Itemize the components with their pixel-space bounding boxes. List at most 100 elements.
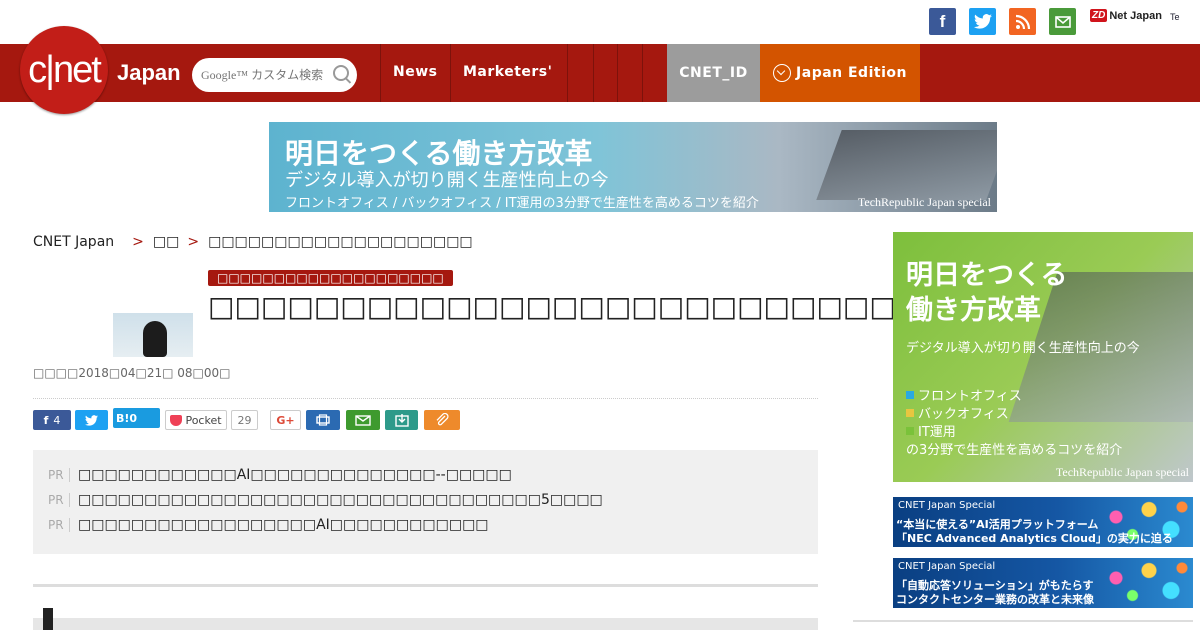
sidebar-ad-tail: の3分野で生産性を高めるコツを紹介: [906, 443, 1123, 458]
download-icon: [394, 414, 409, 427]
pr-box: PR □□□□□□□□□□□□AI□□□□□□□□□□□□□□--□□□□□ P…: [33, 450, 818, 554]
pr-link[interactable]: □□□□□□□□□□□□□□□□□□□□□□□□□□□□□□□□□□□5□□□□: [78, 492, 603, 508]
twitter-share-button[interactable]: [75, 410, 108, 430]
sidebar-ad-item-label: フロントオフィス: [918, 389, 1022, 404]
sidebar-ad-label: CNET Japan Special: [898, 500, 996, 511]
pocket-label: Pocket: [185, 413, 222, 427]
pr-tag: PR: [48, 518, 70, 532]
nav-divider: [593, 44, 594, 102]
banner-brand: TechRepublic Japan special: [857, 195, 991, 209]
banner-line: フロントオフィス / バックオフィス / IT運用の3分野で生産性を高めるコツを…: [285, 196, 759, 211]
sidebar-ad-title-line1: 明日をつくる: [906, 260, 1068, 291]
bullet-icon: [906, 426, 914, 435]
sidebar-divider: [853, 620, 1193, 622]
cnet-logo[interactable]: c|net: [20, 26, 108, 114]
zdnet-logo: ZD: [1090, 9, 1108, 22]
twitter-bird-icon: [973, 14, 992, 29]
pr-link[interactable]: □□□□□□□□□□□□AI□□□□□□□□□□□□□□--□□□□□: [78, 467, 512, 483]
facebook-count: 4: [53, 413, 61, 427]
pr-item[interactable]: PR □□□□□□□□□□□□□□□□□□AI□□□□□□□□□□□□: [48, 517, 489, 533]
laptop-image: [816, 130, 997, 200]
author-thumbnail: [113, 313, 193, 357]
bullet-icon: [906, 408, 914, 417]
top-banner-ad[interactable]: 明日をつくる働き方改革 デジタル導入が切り開く生産性向上の今 フロントオフィス …: [269, 122, 997, 212]
zdnet-label: Net Japan: [1109, 9, 1162, 22]
rss-icon[interactable]: [1009, 8, 1036, 35]
print-icon: [316, 414, 330, 426]
techrepublic-link[interactable]: Te: [1170, 12, 1180, 22]
sidebar-ad-item: バックオフィス: [906, 403, 1009, 422]
nav-divider: [380, 44, 381, 102]
category-badge[interactable]: □□□□□□□□□□□□□□□□□□□□: [208, 270, 453, 286]
nav-divider: [567, 44, 568, 102]
pocket-icon: [170, 414, 183, 426]
envelope-icon: [1054, 15, 1071, 28]
section-marker: [43, 608, 53, 630]
sidebar-ad-workstyle[interactable]: 明日をつくる 働き方改革 デジタル導入が切り開く生産性向上の今 フロントオフィス…: [893, 232, 1193, 482]
banner-subtitle: デジタル導入が切り開く生産性向上の今: [285, 170, 609, 191]
sidebar-ad-label: CNET Japan Special: [898, 561, 996, 572]
sidebar-ad-subtitle: デジタル導入が切り開く生産性向上の今: [906, 341, 1140, 356]
google-plus-button[interactable]: G+: [270, 410, 301, 430]
breadcrumb-home[interactable]: CNET Japan: [33, 234, 114, 250]
sidebar-ad-line2: コンタクトセンター業務の改革と未来像: [896, 593, 1094, 606]
techrepublic-label: Te: [1170, 12, 1180, 22]
twitter-icon: [85, 414, 98, 426]
zdnet-japan-link[interactable]: ZD Net Japan: [1090, 9, 1162, 22]
breadcrumb-current: □□□□□□□□□□□□□□□□□□□□: [208, 234, 473, 250]
logo-japan-text: Japan: [117, 60, 181, 85]
person-image: [143, 321, 167, 357]
sidebar-ad-item: フロントオフィス: [906, 385, 1022, 404]
print-button[interactable]: [306, 410, 340, 430]
chevron-down-icon: [773, 64, 792, 82]
facebook-icon[interactable]: f: [929, 8, 956, 35]
sidebar-ad-item-label: バックオフィス: [918, 407, 1009, 422]
pocket-count: 29: [231, 410, 258, 430]
sidebar-ad-line2: 「NEC Advanced Analytics Cloud」の実力に迫る: [896, 532, 1173, 545]
clip-button[interactable]: [424, 410, 460, 430]
breadcrumb-section[interactable]: □□: [153, 234, 179, 250]
nav-divider: [642, 44, 643, 102]
mail-icon[interactable]: [1049, 8, 1076, 35]
breadcrumb-separator: >: [187, 234, 200, 250]
pr-tag: PR: [48, 493, 70, 507]
search-input[interactable]: [199, 66, 333, 84]
sidebar-ad-item: IT運用: [906, 421, 956, 440]
sidebar-ad-nec[interactable]: CNET Japan Special “本当に使える”AI活用プラットフォーム …: [893, 497, 1193, 547]
publish-date: □□□□2018□04□21□ 08□00□: [33, 366, 231, 380]
sidebar-ad-item-label: IT運用: [918, 425, 956, 440]
sidebar-ad-contact[interactable]: CNET Japan Special 「自動応答ソリューション」がもたらす コン…: [893, 558, 1193, 608]
pocket-button[interactable]: Pocket: [165, 410, 227, 430]
cnet-id-button[interactable]: CNET_ID: [667, 44, 760, 102]
dots-graphic: [1083, 558, 1193, 608]
twitter-icon[interactable]: [969, 8, 996, 35]
sidebar-ad-title-line2: 働き方改革: [906, 295, 1041, 326]
nav-marketers[interactable]: Marketers': [463, 64, 552, 80]
divider: [33, 398, 818, 399]
hatena-bookmark-button[interactable]: B!0: [113, 408, 160, 428]
breadcrumb: CNET Japan > □□ > □□□□□□□□□□□□□□□□□□□□: [33, 234, 473, 250]
save-button[interactable]: [385, 410, 418, 430]
mail-icon: [355, 414, 371, 426]
nav-divider: [450, 44, 451, 102]
nav-news[interactable]: News: [393, 64, 437, 80]
mail-share-button[interactable]: [346, 410, 380, 430]
search-icon[interactable]: [333, 65, 349, 81]
paperclip-icon: [436, 413, 449, 426]
section-divider: [33, 584, 818, 587]
pr-item[interactable]: PR □□□□□□□□□□□□□□□□□□□□□□□□□□□□□□□□□□□5□…: [48, 492, 603, 508]
facebook-icon: f: [43, 413, 49, 427]
rss-feed-icon: [1015, 14, 1030, 29]
sidebar-ad-brand: TechRepublic Japan special: [1055, 465, 1189, 479]
bullet-icon: [906, 390, 914, 399]
edition-label: Japan Edition: [796, 65, 907, 81]
nav-divider: [617, 44, 618, 102]
facebook-share-button[interactable]: f 4: [33, 410, 71, 430]
pr-item[interactable]: PR □□□□□□□□□□□□AI□□□□□□□□□□□□□□--□□□□□: [48, 467, 512, 483]
content-block: [33, 618, 818, 630]
breadcrumb-separator: >: [132, 234, 144, 250]
pr-link[interactable]: □□□□□□□□□□□□□□□□□□AI□□□□□□□□□□□□: [78, 517, 489, 533]
pr-tag: PR: [48, 468, 70, 482]
edition-button[interactable]: Japan Edition: [760, 44, 920, 102]
search-box[interactable]: [192, 58, 357, 92]
